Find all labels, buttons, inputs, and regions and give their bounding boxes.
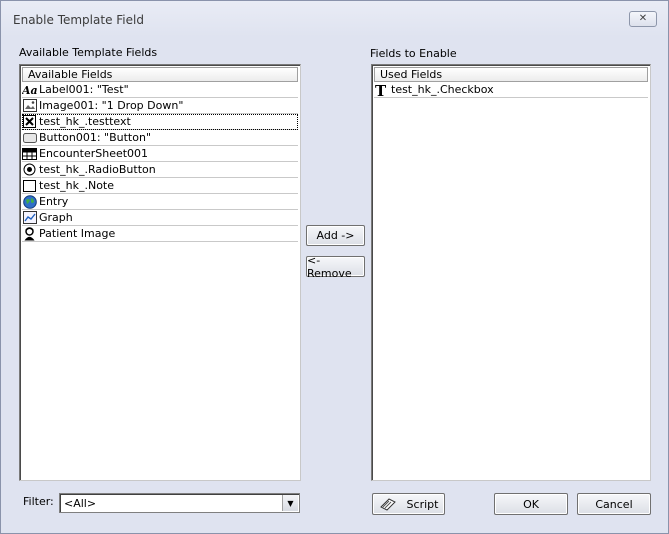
graph-icon bbox=[22, 210, 37, 225]
globe-icon bbox=[22, 194, 37, 209]
chevron-down-icon[interactable]: ▼ bbox=[282, 495, 298, 511]
used-fields-list[interactable]: Used Fields T test_hk_.Checkbox bbox=[371, 64, 651, 481]
list-item-label: Entry bbox=[39, 195, 69, 208]
image-icon bbox=[22, 98, 37, 113]
ok-button[interactable]: OK bbox=[494, 493, 568, 515]
list-item[interactable]: T test_hk_.Checkbox bbox=[374, 82, 648, 98]
note-icon bbox=[22, 178, 37, 193]
dialog-window: Enable Template Field ✕ Available Templa… bbox=[0, 0, 669, 534]
filter-select[interactable]: <All> ▼ bbox=[59, 493, 300, 513]
button-icon bbox=[22, 130, 37, 145]
list-item[interactable]: Patient Image bbox=[22, 226, 298, 242]
title-bar: Enable Template Field ✕ bbox=[1, 1, 668, 37]
cancel-button[interactable]: Cancel bbox=[577, 493, 651, 515]
list-item[interactable]: Aa Label001: "Test" bbox=[22, 82, 298, 98]
list-item-label: test_hk_.Note bbox=[39, 179, 115, 192]
list-item[interactable]: Image001: "1 Drop Down" bbox=[22, 98, 298, 114]
list-item-label: EncounterSheet001 bbox=[39, 147, 149, 160]
list-item[interactable]: test_hk_.RadioButton bbox=[22, 162, 298, 178]
close-icon: ✕ bbox=[638, 13, 648, 24]
list-item-label: Image001: "1 Drop Down" bbox=[39, 99, 184, 112]
remove-button[interactable]: <- Remove bbox=[306, 254, 365, 280]
grid-icon bbox=[22, 146, 37, 161]
list-item[interactable]: EncounterSheet001 bbox=[22, 146, 298, 162]
list-item[interactable]: test_hk_.Note bbox=[22, 178, 298, 194]
list-item-label: Patient Image bbox=[39, 227, 116, 240]
label-icon: Aa bbox=[22, 82, 37, 97]
svg-text:T: T bbox=[375, 83, 387, 97]
used-fields-column-header[interactable]: Used Fields bbox=[374, 67, 648, 82]
script-button[interactable]: Script bbox=[372, 493, 445, 515]
close-button[interactable]: ✕ bbox=[629, 11, 657, 27]
textbox-icon bbox=[22, 114, 37, 129]
svg-text:Aa: Aa bbox=[22, 84, 37, 96]
list-item-label: test_hk_.RadioButton bbox=[39, 163, 156, 176]
fields-to-enable-group-label: Fields to Enable bbox=[370, 47, 457, 60]
patient-icon bbox=[22, 226, 37, 241]
list-item-label: test_hk_.Checkbox bbox=[391, 83, 494, 96]
list-item[interactable]: Graph bbox=[22, 210, 298, 226]
list-item-label: Button001: "Button" bbox=[39, 131, 152, 144]
list-item-label: Label001: "Test" bbox=[39, 83, 129, 96]
available-fields-column-header[interactable]: Available Fields bbox=[22, 67, 298, 82]
available-fields-list[interactable]: Available Fields Aa Label001: "Test" Ima… bbox=[19, 64, 301, 481]
list-item[interactable]: Button001: "Button" bbox=[22, 130, 298, 146]
list-item-label: test_hk_.testtext bbox=[39, 115, 131, 128]
available-fields-group-label: Available Template Fields bbox=[19, 46, 158, 59]
filter-label: Filter: bbox=[23, 495, 54, 508]
script-icon bbox=[379, 497, 397, 511]
list-item[interactable]: Entry bbox=[22, 194, 298, 210]
script-button-label: Script bbox=[406, 497, 439, 511]
filter-selected-value: <All> bbox=[64, 497, 97, 510]
window-title: Enable Template Field bbox=[13, 13, 144, 27]
radio-icon bbox=[22, 162, 37, 177]
list-item[interactable]: test_hk_.testtext bbox=[22, 114, 298, 130]
add-button[interactable]: Add -> bbox=[306, 225, 365, 246]
text-t-icon: T bbox=[374, 82, 389, 97]
list-item-label: Graph bbox=[39, 211, 73, 224]
